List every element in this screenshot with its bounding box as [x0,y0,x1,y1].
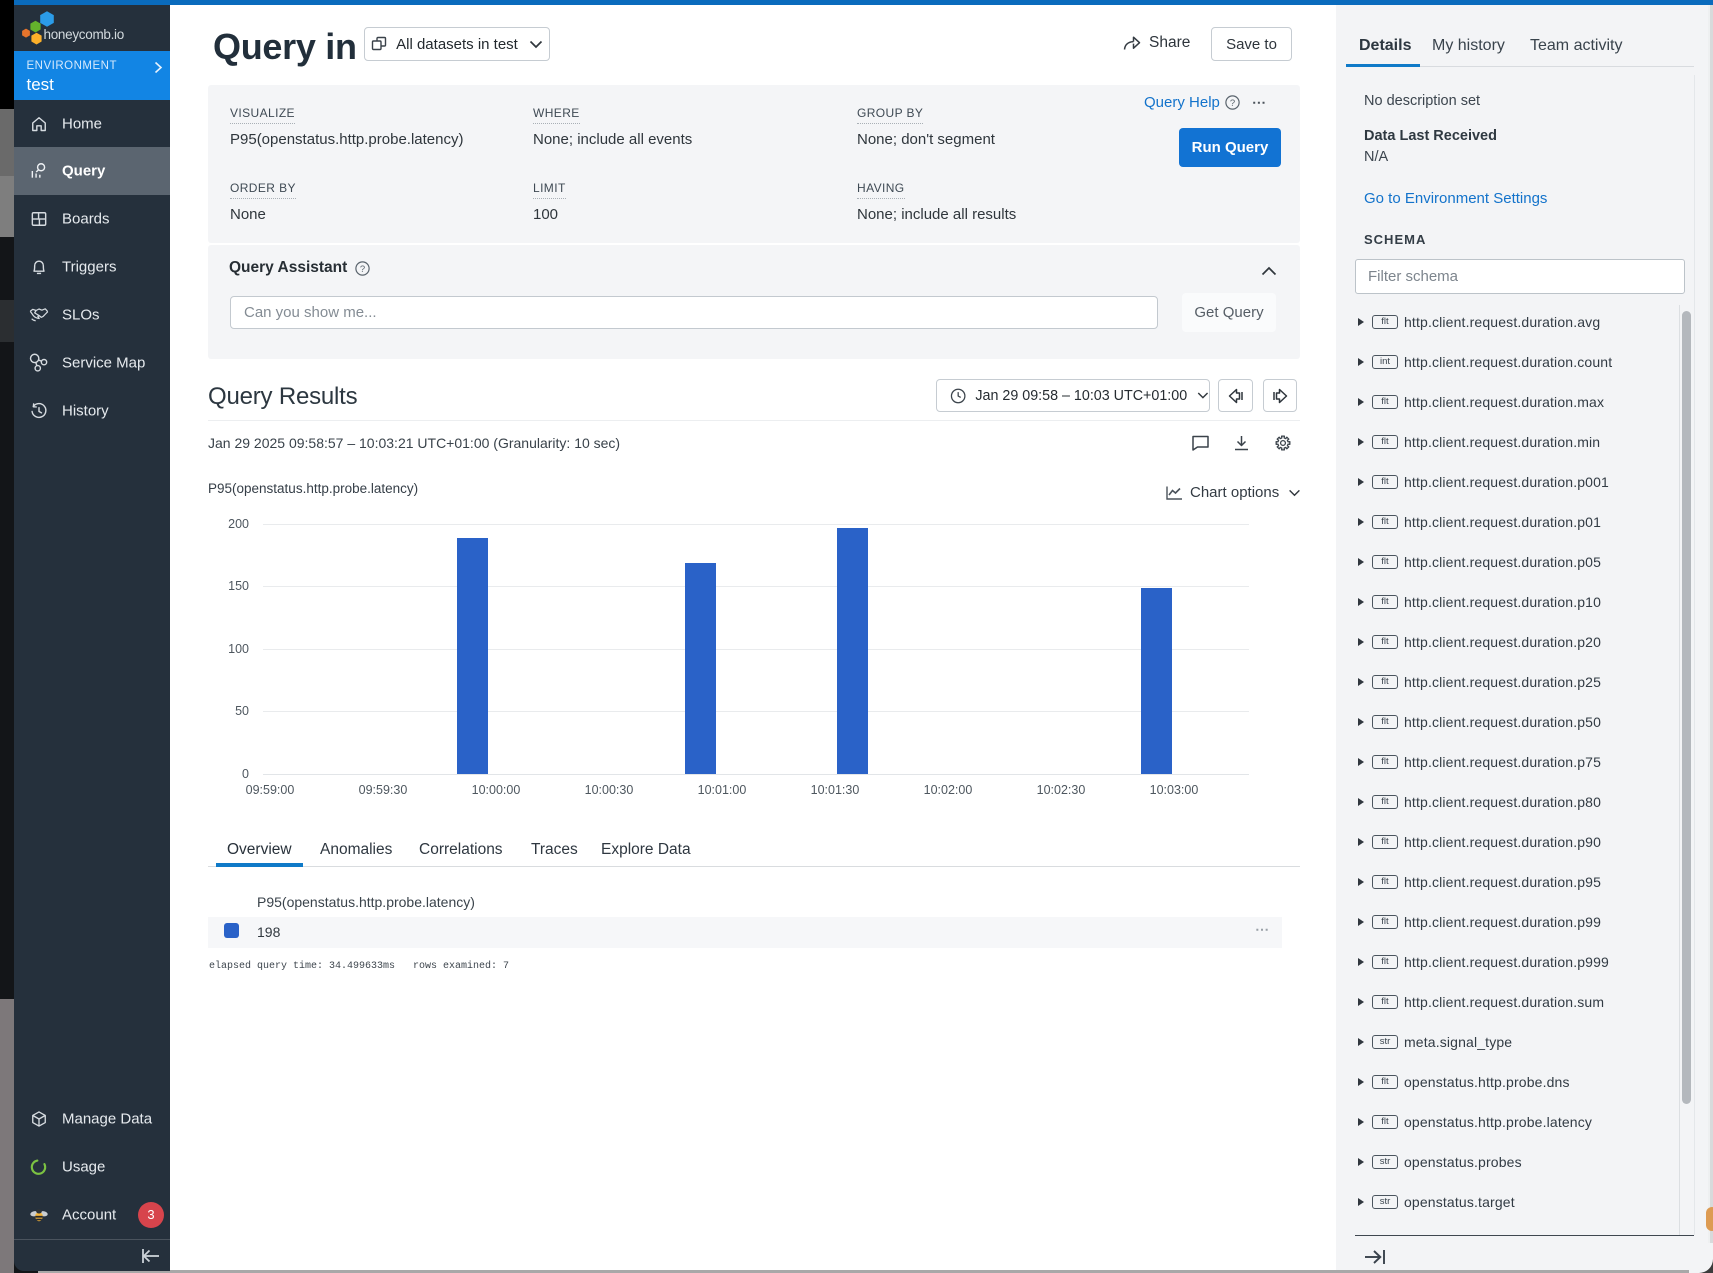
svg-text:?: ? [360,263,365,274]
svg-text:honeycomb.io: honeycomb.io [44,27,124,42]
svg-text:?: ? [1230,98,1235,109]
